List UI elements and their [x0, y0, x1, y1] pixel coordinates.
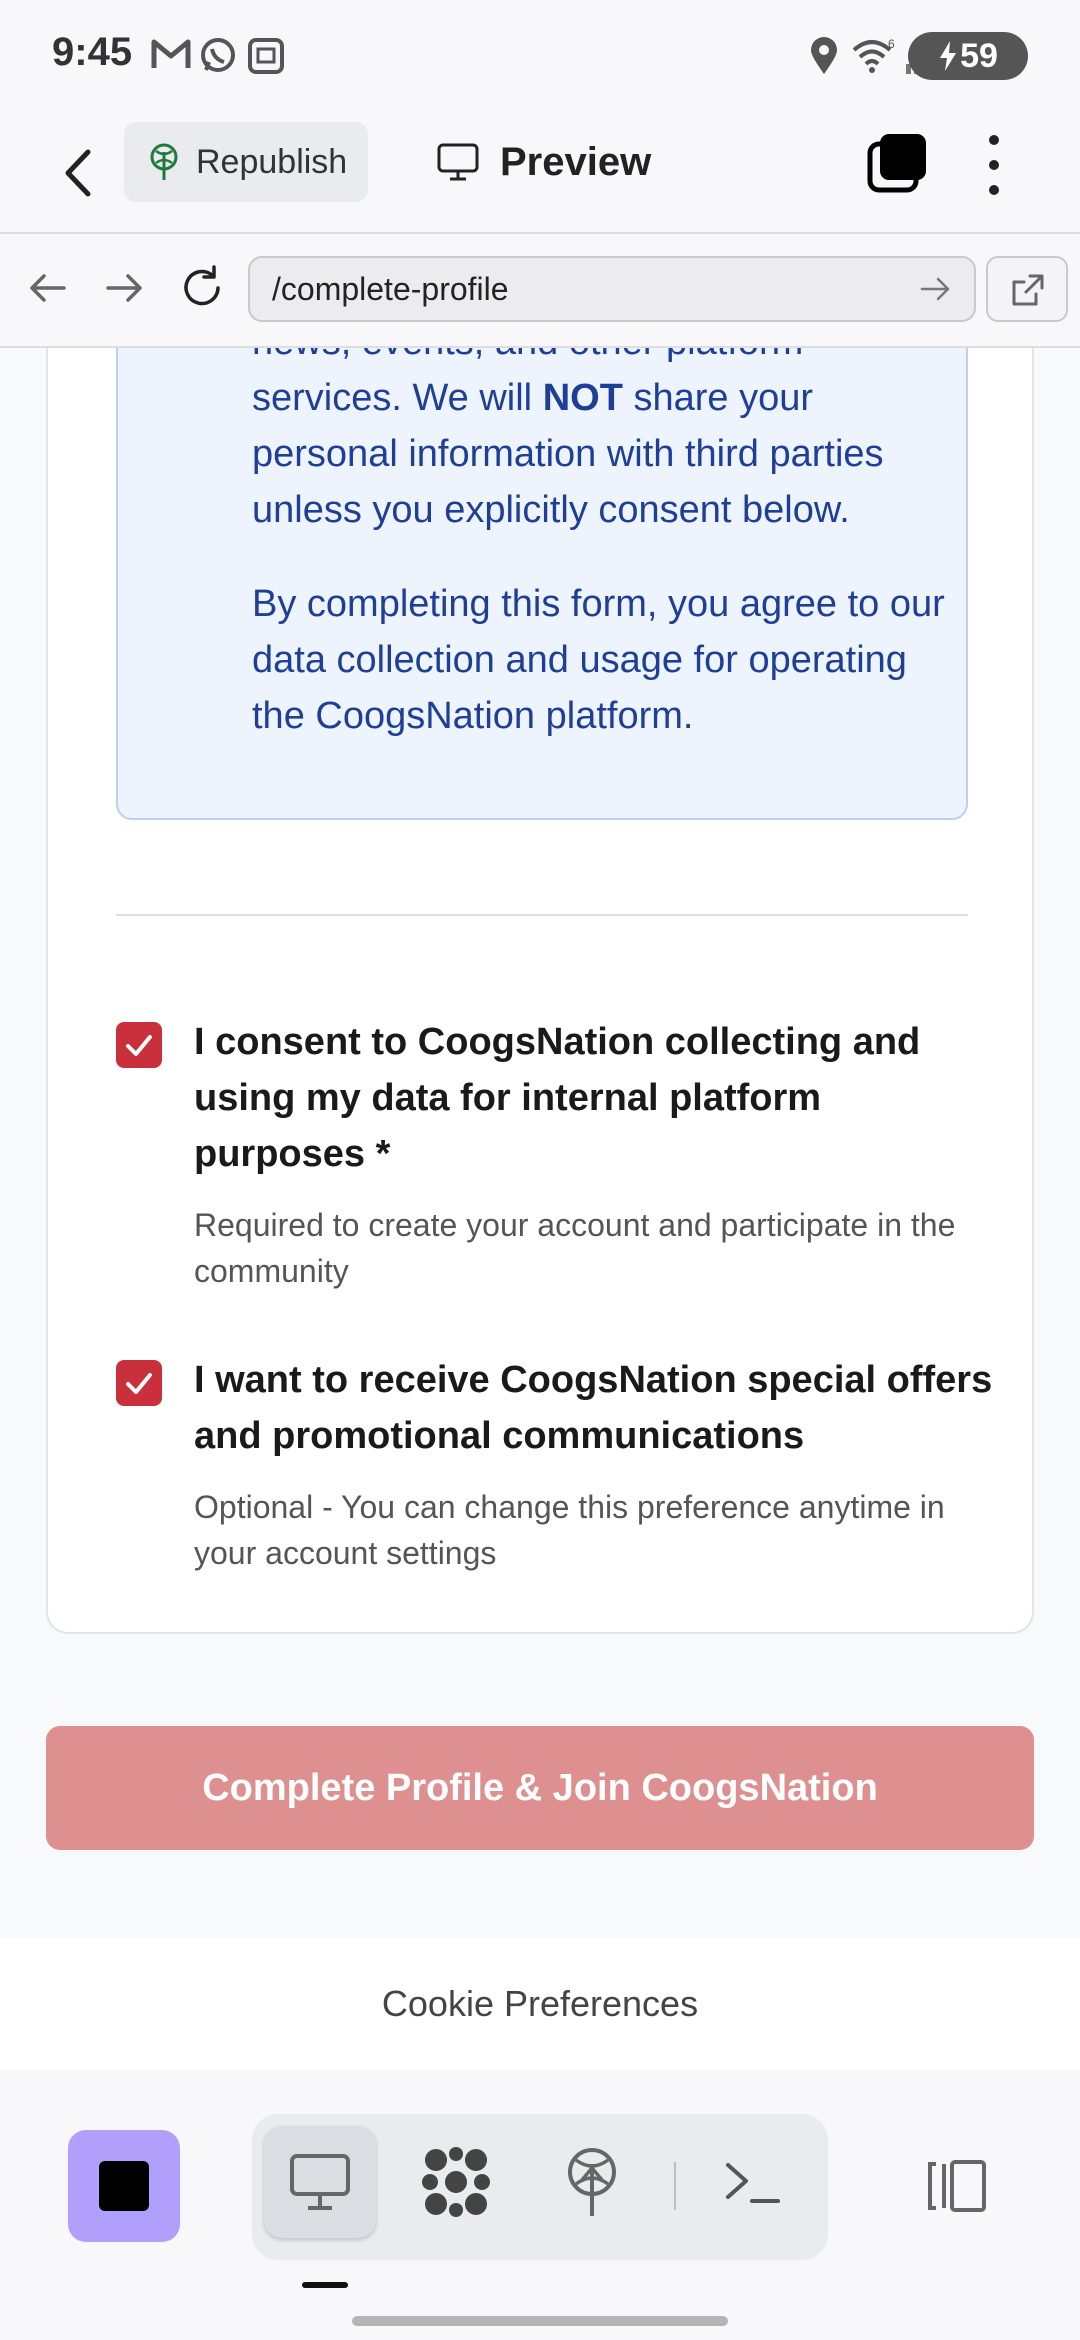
- broadcast-icon: [150, 143, 178, 180]
- view-mode-group: [252, 2114, 828, 2260]
- checkmark-icon: [126, 1035, 152, 1056]
- page-footer: Cookie Preferences: [0, 1938, 1080, 2070]
- republish-button[interactable]: Republish: [124, 122, 368, 202]
- status-time: 9:45: [52, 30, 133, 74]
- browser-url-row: /complete-profile: [0, 234, 1080, 348]
- promo-consent-help: Optional - You can change this preferenc…: [194, 1489, 945, 1571]
- preview-mode-button[interactable]: [264, 2126, 376, 2238]
- reload-icon[interactable]: [178, 264, 226, 312]
- page-content[interactable]: news, events, and other platform service…: [0, 348, 1080, 1938]
- bottom-toolbar: [0, 2070, 1080, 2340]
- status-bar: 9:45 6 59: [0, 0, 1080, 112]
- screenshot-icon: [248, 38, 284, 74]
- gmail-icon: [151, 39, 191, 68]
- app-toolbar: Republish Preview: [0, 112, 1080, 234]
- monitor-icon: [290, 2154, 350, 2210]
- back-arrow-icon[interactable]: [56, 138, 104, 208]
- battery-level: 59: [960, 36, 998, 75]
- broadcast-icon: [568, 2148, 616, 2216]
- promo-consent-label[interactable]: I want to receive CoogsNation special of…: [194, 1352, 994, 1464]
- battery-indicator: 59: [908, 32, 1028, 80]
- external-link-icon: [1012, 274, 1044, 306]
- active-mode-indicator: [302, 2282, 348, 2288]
- puzzle-grid-icon: [422, 2147, 490, 2217]
- checkmark-icon: [126, 1373, 152, 1394]
- browser-back-icon[interactable]: [24, 264, 72, 312]
- notice-paragraph-2: By completing this form, you agree to ou…: [252, 583, 945, 737]
- internal-consent-checkbox[interactable]: [116, 1022, 162, 1068]
- preview-button[interactable]: Preview: [436, 124, 651, 200]
- whatsapp-icon: [201, 38, 235, 72]
- promo-consent-checkbox[interactable]: [116, 1360, 162, 1406]
- consent-card: news, events, and other platform service…: [46, 348, 1034, 1634]
- more-options-icon[interactable]: [980, 130, 1008, 200]
- browser-forward-icon[interactable]: [100, 264, 148, 312]
- stop-button[interactable]: [68, 2130, 180, 2242]
- location-icon: [811, 37, 837, 74]
- go-arrow-icon[interactable]: [918, 272, 952, 306]
- svg-text:6: 6: [888, 37, 895, 51]
- complete-profile-button[interactable]: Complete Profile & Join CoogsNation: [46, 1726, 1034, 1850]
- mode-separator: [674, 2162, 676, 2210]
- console-mode-button[interactable]: [696, 2126, 808, 2238]
- layout-toggle-icon[interactable]: [922, 2158, 988, 2214]
- terminal-icon: [726, 2163, 780, 2203]
- republish-label: Republish: [196, 142, 348, 181]
- stop-icon: [99, 2161, 149, 2211]
- section-divider: [116, 914, 968, 916]
- components-mode-button[interactable]: [400, 2126, 512, 2238]
- cookie-preferences-link[interactable]: Cookie Preferences: [382, 1983, 698, 2025]
- data-usage-notice: news, events, and other platform service…: [116, 348, 968, 820]
- open-external-button[interactable]: [986, 256, 1068, 322]
- charging-icon: [940, 41, 957, 71]
- preview-label: Preview: [500, 139, 652, 184]
- notice-emphasis: NOT: [542, 377, 623, 419]
- tabs-icon[interactable]: [866, 132, 930, 196]
- notice-paragraph-1: news, events, and other platform service…: [252, 348, 884, 531]
- monitor-icon: [437, 143, 479, 181]
- internal-consent-label[interactable]: I consent to CoogsNation collecting and …: [194, 1014, 994, 1182]
- url-input[interactable]: /complete-profile: [248, 256, 976, 322]
- internal-consent-help: Required to create your account and part…: [194, 1207, 956, 1289]
- publish-mode-button[interactable]: [536, 2126, 648, 2238]
- home-indicator[interactable]: [352, 2316, 728, 2326]
- wifi-icon: 6: [852, 37, 895, 73]
- url-text: /complete-profile: [272, 270, 509, 307]
